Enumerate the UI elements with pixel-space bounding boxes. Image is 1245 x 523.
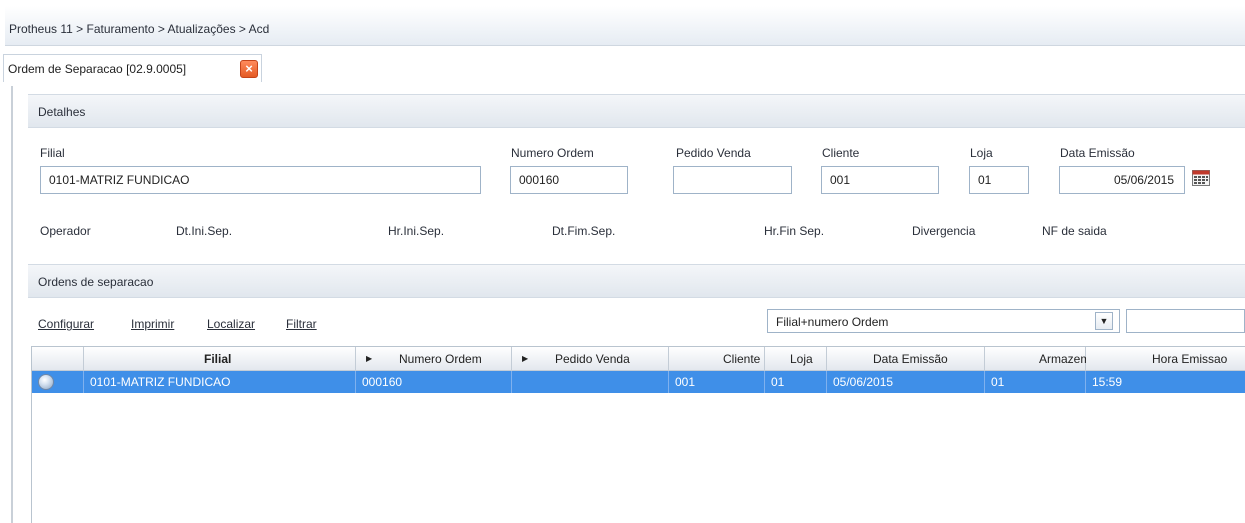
loja-field[interactable]: 01: [969, 166, 1029, 194]
cell-numero-ordem: 000160: [356, 371, 512, 393]
detalhes-title: Detalhes: [38, 105, 86, 119]
hr-ini-sep-label: Hr.Ini.Sep.: [388, 224, 445, 238]
localizar-link[interactable]: Localizar: [207, 317, 255, 331]
left-divider: [11, 86, 13, 523]
column-header-loja[interactable]: Loja: [765, 347, 827, 371]
sort-arrow-icon: ▶: [522, 354, 529, 363]
cliente-label: Cliente: [822, 146, 860, 160]
cell-data-emissao: 05/06/2015: [827, 371, 985, 393]
column-header-armazem[interactable]: Armazem: [985, 347, 1090, 371]
status-cell: [32, 371, 84, 393]
operador-label: Operador: [40, 224, 91, 238]
status-dot-icon: [38, 374, 54, 390]
dt-ini-sep-label: Dt.Ini.Sep.: [176, 224, 233, 238]
column-header-data-emissao[interactable]: Data Emissão: [827, 347, 985, 371]
filial-label: Filial: [40, 146, 65, 160]
orders-grid: Filial ▶ Numero Ordem ▶ Pedido Venda Cli…: [31, 346, 1245, 523]
cell-cliente: 001: [669, 371, 765, 393]
filtrar-link[interactable]: Filtrar: [286, 317, 317, 331]
ordens-header: Ordens de separacao: [28, 264, 1245, 298]
sort-arrow-icon: ▶: [366, 354, 373, 363]
configurar-link[interactable]: Configurar: [38, 317, 94, 331]
pedido-venda-field[interactable]: [673, 166, 792, 194]
cell-filial: 0101-MATRIZ FUNDICAO: [84, 371, 356, 393]
column-header-status[interactable]: [32, 347, 84, 371]
column-header-pedido-venda[interactable]: ▶ Pedido Venda: [512, 347, 669, 371]
numero-ordem-label: Numero Ordem: [511, 146, 594, 160]
column-header-hora-emissao[interactable]: Hora Emissao: [1086, 347, 1245, 371]
order-select[interactable]: Filial+numero Ordem ▼: [767, 309, 1120, 333]
nf-saida-label: NF de saida: [1042, 224, 1107, 238]
order-select-value: Filial+numero Ordem: [776, 315, 889, 329]
filial-field[interactable]: 0101-MATRIZ FUNDICAO: [40, 166, 481, 194]
cell-loja: 01: [765, 371, 827, 393]
table-row[interactable]: 0101-MATRIZ FUNDICAO 000160 001 01 05/06…: [32, 371, 1245, 393]
cell-armazem: 01: [985, 371, 1086, 393]
close-icon[interactable]: ×: [240, 60, 258, 78]
chevron-down-icon[interactable]: ▼: [1095, 312, 1113, 330]
column-header-cliente[interactable]: Cliente: [669, 347, 765, 371]
column-header-numero-ordem[interactable]: ▶ Numero Ordem: [356, 347, 512, 371]
breadcrumb: Protheus 11 > Faturamento > Atualizações…: [9, 22, 270, 36]
ordens-title: Ordens de separacao: [38, 275, 154, 289]
pedido-venda-label: Pedido Venda: [676, 146, 751, 160]
data-emissao-field[interactable]: 05/06/2015: [1059, 166, 1185, 194]
numero-ordem-field[interactable]: 000160: [510, 166, 628, 194]
detalhes-header: Detalhes: [28, 94, 1245, 128]
divergencia-label: Divergencia: [912, 224, 976, 238]
cell-pedido-venda: [512, 371, 669, 393]
hr-fin-sep-label: Hr.Fin Sep.: [764, 224, 825, 238]
tab-ordem-separacao[interactable]: Ordem de Separacao [02.9.0005] ×: [3, 54, 262, 82]
cell-hora-emissao: 15:59: [1086, 371, 1245, 393]
imprimir-link[interactable]: Imprimir: [131, 317, 174, 331]
calendar-icon[interactable]: [1192, 170, 1210, 186]
cliente-field[interactable]: 001: [821, 166, 939, 194]
search-input[interactable]: [1126, 309, 1245, 333]
tab-label: Ordem de Separacao [02.9.0005]: [8, 62, 187, 76]
breadcrumb-bar: Protheus 11 > Faturamento > Atualizações…: [5, 6, 1245, 46]
loja-label: Loja: [970, 146, 993, 160]
dt-fim-sep-label: Dt.Fim.Sep.: [552, 224, 616, 238]
column-header-filial[interactable]: Filial: [84, 347, 356, 371]
data-emissao-label: Data Emissão: [1060, 146, 1135, 160]
